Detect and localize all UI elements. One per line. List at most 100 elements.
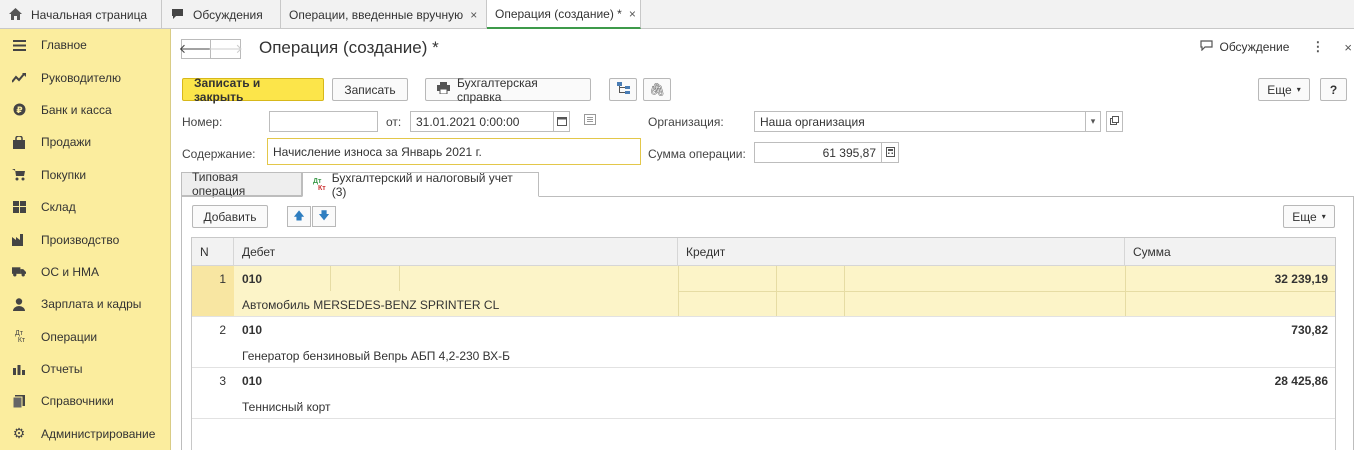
sidebar-item-main[interactable]: Главное xyxy=(0,29,170,61)
row-sum[interactable]: 28 425,86 xyxy=(1275,374,1328,388)
page-title: Операция (создание) * xyxy=(259,38,439,57)
close-form-icon[interactable]: × xyxy=(1344,40,1352,55)
tab-discussions-label: Обсуждения xyxy=(193,7,263,22)
attach-file-button[interactable]: 🖇 xyxy=(643,78,671,101)
tab-typical-operation-label: Типовая операция xyxy=(192,170,246,198)
trend-icon xyxy=(12,71,26,85)
debit-account[interactable]: 010 xyxy=(242,323,262,337)
dtkt-bottom: Кт xyxy=(318,184,326,192)
nav-buttons: 🡐 🡒 xyxy=(179,39,243,59)
cell-divider xyxy=(330,266,331,291)
column-sum[interactable]: Сумма xyxy=(1125,238,1335,265)
save-and-close-button[interactable]: Записать и закрыть xyxy=(182,76,324,104)
entries-table: N Дебет Кредит Сумма 1 010 32 239,19 Авт… xyxy=(191,237,1336,450)
tab-home-label: Начальная страница xyxy=(31,7,148,22)
header-actions: Обсуждение ⋮ × xyxy=(1200,39,1354,55)
row-sum[interactable]: 730,82 xyxy=(1291,323,1328,337)
content-field[interactable]: Начисление износа за Январь 2021 г. xyxy=(267,138,641,165)
open-icon xyxy=(1110,116,1119,127)
row-number: 3 xyxy=(219,374,226,388)
dropdown-arrow-icon: ▾ xyxy=(1090,116,1096,126)
tab-typical-operation[interactable]: Типовая операция xyxy=(181,170,302,198)
accounting-report-button[interactable]: Бухгалтерская справка xyxy=(425,75,591,104)
debit-account[interactable]: 010 xyxy=(242,374,262,388)
debit-subconto[interactable]: Генератор бензиновый Вепрь АБП 4,2-230 В… xyxy=(242,349,510,363)
more-actions-icon[interactable]: ⋮ xyxy=(1311,39,1324,55)
help-button[interactable]: ? xyxy=(1320,78,1347,101)
sidebar: Главное Руководителю ₽ Банк и касса Прод… xyxy=(0,29,171,450)
discussion-button[interactable]: Обсуждение xyxy=(1200,40,1289,54)
tab-discussions[interactable]: Обсуждения xyxy=(162,0,281,29)
sidebar-item-label: Администрирование xyxy=(41,426,156,441)
organization-open-button[interactable] xyxy=(1106,111,1123,132)
table-row[interactable]: 3 010 28 425,86 Теннисный корт xyxy=(192,368,1335,419)
tab-accounting[interactable]: Дт Кт Бухгалтерский и налоговый учет (3) xyxy=(302,170,539,199)
back-button[interactable]: 🡐 xyxy=(179,39,213,59)
tab-operation-create[interactable]: Операция (создание) * × xyxy=(487,0,641,29)
sidebar-item-warehouse[interactable]: Склад xyxy=(0,191,170,223)
organization-dropdown[interactable]: ▾ xyxy=(1085,111,1101,132)
structure-button[interactable] xyxy=(609,78,637,101)
chat-icon xyxy=(1200,40,1214,54)
sidebar-item-label: Производство xyxy=(41,232,120,247)
sidebar-item-reports[interactable]: Отчеты xyxy=(0,353,170,385)
debit-subconto[interactable]: Автомобиль MERSEDES-BENZ SPRINTER CL xyxy=(242,298,499,312)
organization-field[interactable]: Наша организация xyxy=(754,111,1086,132)
table-row[interactable]: 2 010 730,82 Генератор бензиновый Вепрь … xyxy=(192,317,1335,368)
close-icon[interactable]: × xyxy=(629,7,636,21)
table-row[interactable]: 1 010 32 239,19 Автомобиль MERSEDES-BENZ… xyxy=(192,266,1335,317)
operation-sum-field[interactable]: 61 395,87 xyxy=(754,142,882,163)
organization-label: Организация: xyxy=(648,115,724,129)
close-icon[interactable]: × xyxy=(470,8,477,22)
sidebar-item-operations[interactable]: Дт Кт Операции xyxy=(0,321,170,353)
sidebar-item-production[interactable]: Производство xyxy=(0,223,170,255)
operation-sum-label: Сумма операции: xyxy=(648,147,746,161)
debit-account[interactable]: 010 xyxy=(242,272,262,286)
truck-icon xyxy=(12,265,26,279)
number-field[interactable] xyxy=(269,111,378,132)
table-more-button[interactable]: Еще ▾ xyxy=(1283,205,1335,228)
dtkt-icon: Дт Кт xyxy=(313,178,326,192)
tab-home[interactable]: Начальная страница xyxy=(0,0,162,29)
calendar-button[interactable] xyxy=(554,111,570,132)
forward-button[interactable]: 🡒 xyxy=(208,39,243,59)
tab-operation-create-label: Операция (создание) * xyxy=(495,6,622,21)
debit-subconto[interactable]: Теннисный корт xyxy=(242,400,331,414)
sidebar-item-manager[interactable]: Руководителю xyxy=(0,61,170,93)
sidebar-item-label: Справочники xyxy=(41,394,114,409)
tab-manual-operations-label: Операции, введенные вручную xyxy=(289,7,464,22)
more-button[interactable]: Еще ▾ xyxy=(1258,78,1310,101)
sidebar-item-sales[interactable]: Продажи xyxy=(0,126,170,158)
content-label: Содержание: xyxy=(182,147,256,161)
sidebar-item-assets[interactable]: ОС и НМА xyxy=(0,256,170,288)
sidebar-item-label: Продажи xyxy=(41,135,92,150)
menu-icon xyxy=(12,38,26,52)
move-down-button[interactable]: 🡇 xyxy=(312,206,336,227)
tab-accounting-label: Бухгалтерский и налоговый учет (3) xyxy=(331,170,513,199)
history-icon[interactable] xyxy=(584,114,596,128)
column-debit[interactable]: Дебет xyxy=(234,238,678,265)
sidebar-item-salary[interactable]: Зарплата и кадры xyxy=(0,288,170,320)
add-row-button[interactable]: Добавить xyxy=(192,205,268,228)
dropdown-arrow-icon: ▾ xyxy=(1296,85,1301,94)
factory-icon xyxy=(12,233,26,247)
sidebar-item-label: Операции xyxy=(41,329,98,344)
warehouse-icon xyxy=(12,200,26,214)
cell-divider xyxy=(399,266,400,291)
column-credit[interactable]: Кредит xyxy=(678,238,1125,265)
sidebar-item-bank[interactable]: ₽ Банк и касса xyxy=(0,94,170,126)
sidebar-item-admin[interactable]: ⚙ Администрирование xyxy=(0,418,170,450)
accounting-report-label: Бухгалтерская справка xyxy=(457,75,538,104)
move-up-button[interactable]: 🡅 xyxy=(287,206,311,227)
column-n[interactable]: N xyxy=(192,238,234,265)
paperclip-icon: 🖇 xyxy=(648,81,666,97)
save-button[interactable]: Записать xyxy=(332,78,408,101)
row-sum[interactable]: 32 239,19 xyxy=(1275,272,1328,286)
svg-text:₽: ₽ xyxy=(16,106,22,116)
tab-manual-operations[interactable]: Операции, введенные вручную × xyxy=(281,0,487,29)
calculator-button[interactable] xyxy=(881,142,899,163)
sidebar-item-purchases[interactable]: Покупки xyxy=(0,159,170,191)
date-field[interactable]: 31.01.2021 0:00:00 xyxy=(410,111,554,132)
calendar-icon xyxy=(556,116,567,128)
sidebar-item-catalogs[interactable]: Справочники xyxy=(0,385,170,417)
